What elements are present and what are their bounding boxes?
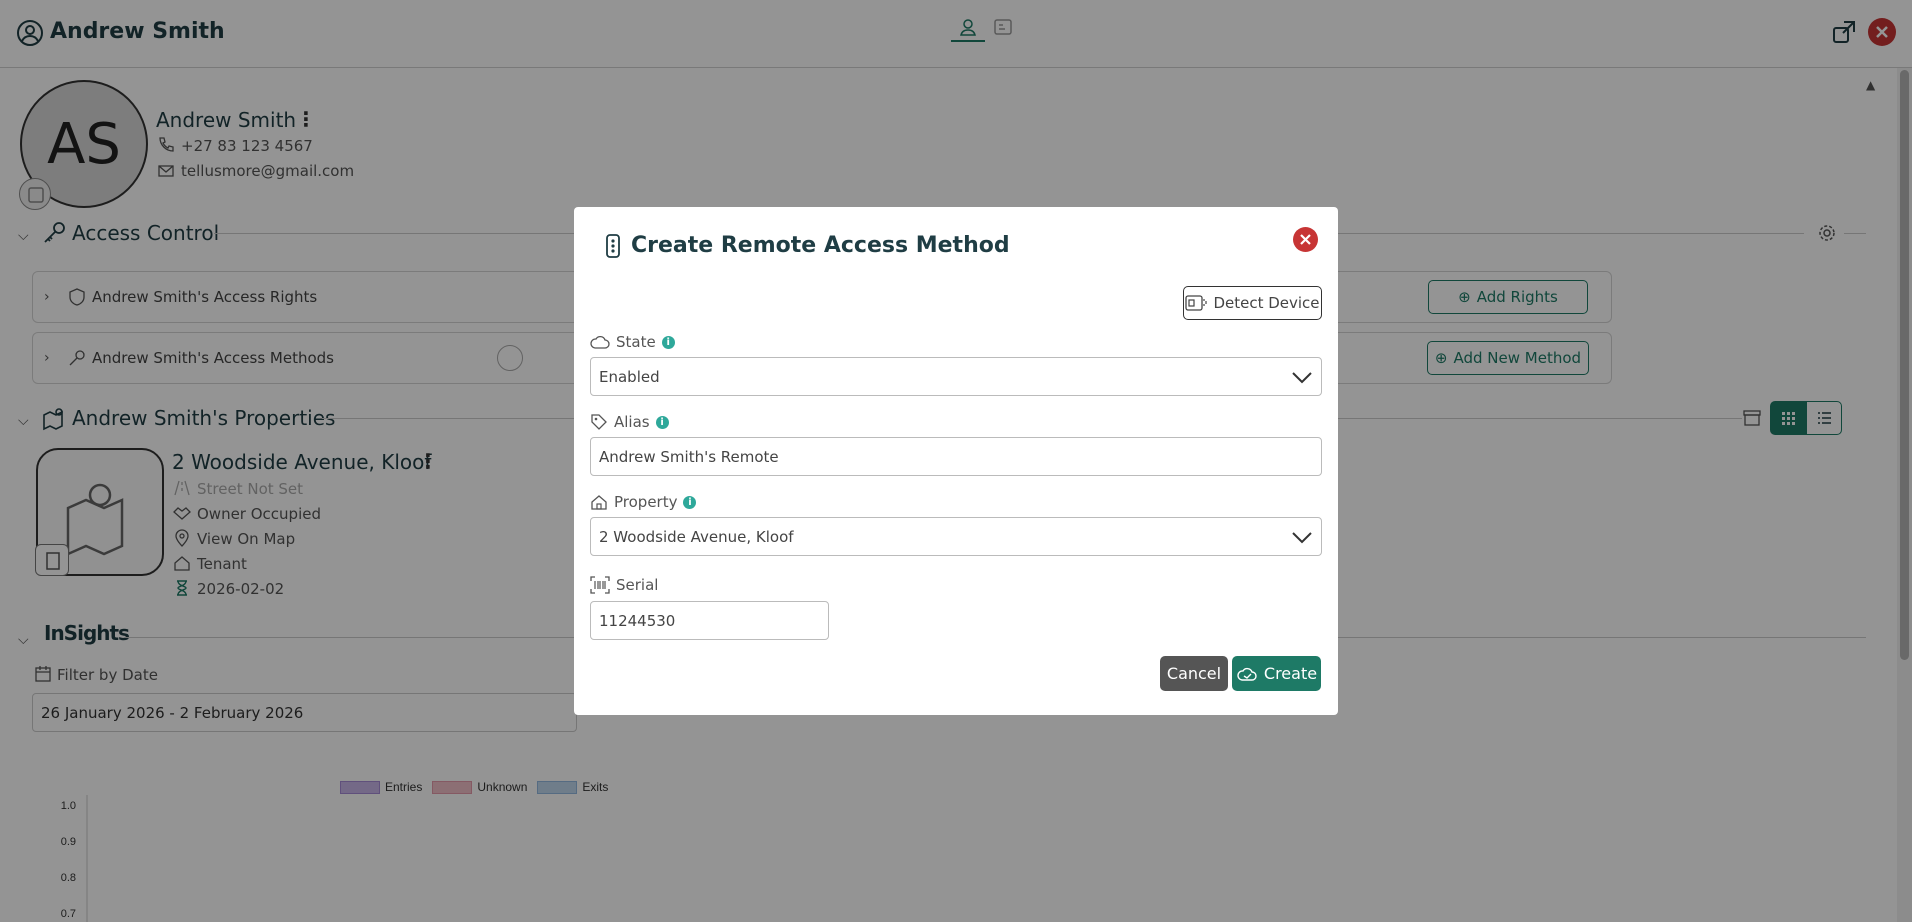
property-label-text: Property [614, 493, 678, 511]
property-select[interactable]: 2 Woodside Avenue, Kloof [590, 517, 1322, 556]
id-card-icon [1185, 294, 1208, 312]
serial-label-text: Serial [616, 576, 659, 594]
state-field-label: State i [590, 333, 675, 351]
state-selected-value: Enabled [599, 367, 660, 386]
alias-field-label: Alias i [590, 413, 669, 431]
state-label-text: State [616, 333, 656, 351]
alias-input[interactable]: Andrew Smith's Remote [590, 437, 1322, 476]
remote-control-icon [602, 233, 624, 259]
alias-label-text: Alias [614, 413, 650, 431]
barcode-icon [590, 576, 610, 594]
dialog-title: Create Remote Access Method [631, 233, 1010, 258]
info-icon[interactable]: i [683, 495, 697, 509]
property-selected-value: 2 Woodside Avenue, Kloof [599, 527, 794, 546]
info-icon[interactable]: i [655, 415, 669, 429]
chevron-down-icon [1291, 370, 1313, 384]
serial-input[interactable]: 11244530 [590, 601, 829, 640]
cloud-upload-icon [1236, 666, 1258, 682]
property-field-label: Property i [590, 493, 697, 511]
serial-input-value: 11244530 [599, 611, 676, 630]
info-icon[interactable]: i [661, 335, 675, 349]
home-icon [590, 493, 608, 511]
chevron-down-icon [1291, 530, 1313, 544]
detect-device-label: Detect Device [1213, 294, 1320, 312]
create-button-label: Create [1263, 664, 1318, 683]
create-button[interactable]: Create [1232, 656, 1321, 691]
alias-input-value: Andrew Smith's Remote [599, 447, 779, 466]
close-dialog-button[interactable] [1293, 227, 1318, 252]
cancel-button[interactable]: Cancel [1160, 656, 1228, 691]
serial-field-label: Serial [590, 576, 658, 594]
tag-icon [590, 413, 608, 431]
detect-device-button[interactable]: Detect Device [1183, 286, 1322, 320]
cloud-icon [590, 334, 610, 350]
state-select[interactable]: Enabled [590, 357, 1322, 396]
